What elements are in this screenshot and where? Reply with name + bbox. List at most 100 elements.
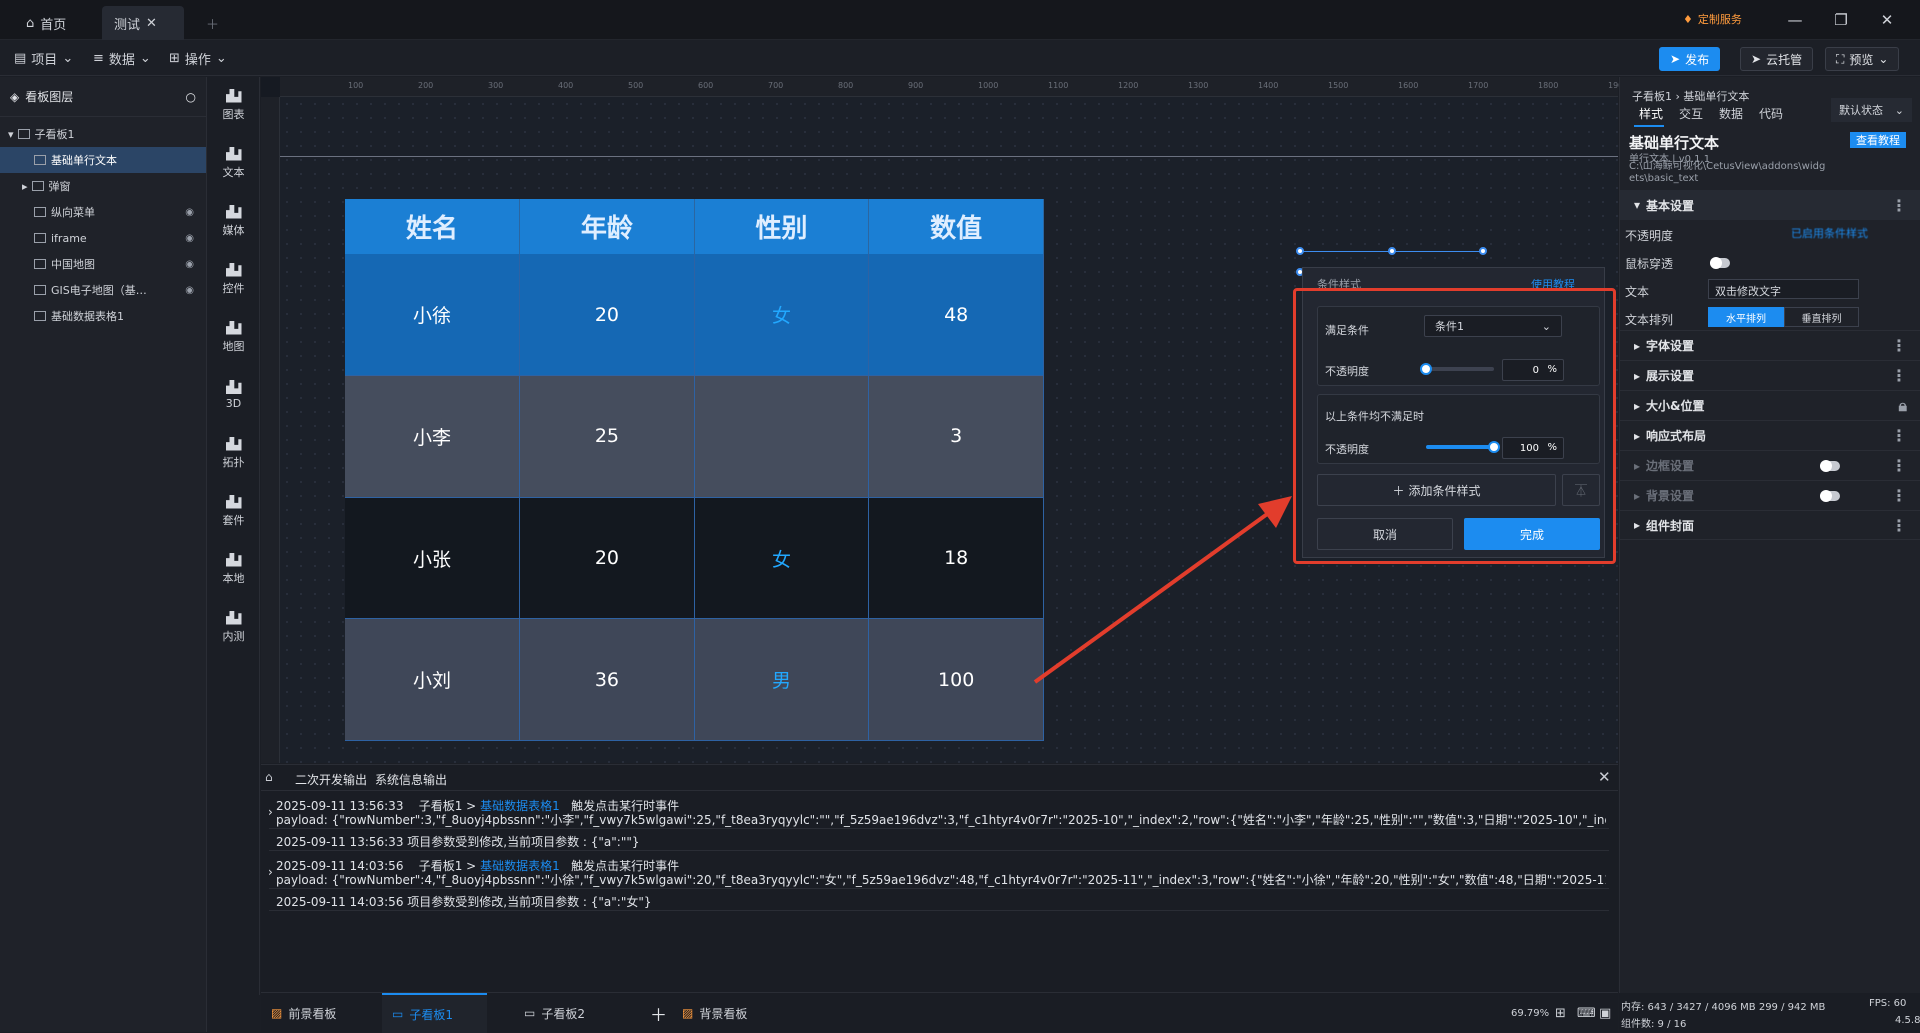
tutorial-button[interactable]: 查看教程 (1850, 132, 1906, 148)
toolbar-kit[interactable]: 套件 (207, 483, 260, 539)
resize-handle[interactable] (1388, 247, 1396, 255)
table-cell: 女 (694, 254, 870, 377)
terminal-icon[interactable]: ▣ (1589, 993, 1621, 1033)
layer-panel: ◈ 看板图层 ○ ▾ 子看板1 基础单行文本 ▸ 弹窗 纵向菜单 ◉ iframe ◉ … (0, 77, 207, 1032)
search-icon[interactable]: ○ (186, 90, 196, 104)
expand-icon[interactable]: ▸ (22, 180, 28, 193)
home-icon: ⌂ (26, 15, 35, 31)
layer-data-table[interactable]: 基础数据表格1 (0, 303, 206, 329)
vertical-button[interactable]: 垂直排列 (1784, 307, 1859, 327)
layer-sub-board[interactable]: ▾ 子看板1 (0, 121, 206, 147)
toolbar-map[interactable]: 地图 (207, 309, 260, 365)
layer-china-map[interactable]: 中国地图 ◉ (0, 251, 206, 277)
console-tab-dev[interactable]: 二次开发输出 (295, 771, 367, 788)
toolbar-chart[interactable]: 图表 (207, 77, 260, 133)
section-border[interactable]: ▸ 边框设置 ⋮ (1620, 450, 1920, 480)
tab-code[interactable]: 代码 (1759, 105, 1783, 122)
section-responsive[interactable]: ▸ 响应式布局 ⋮ (1620, 420, 1920, 450)
more-icon[interactable]: ⋮ (1891, 516, 1907, 535)
toolbar-controls[interactable]: 控件 (207, 251, 260, 307)
tab-interact[interactable]: 交互 (1679, 105, 1703, 122)
more-icon[interactable]: ⋮ (1891, 336, 1907, 355)
add-tab-button[interactable]: ＋ (194, 6, 231, 40)
lock-icon[interactable]: 🔒︎ (1898, 396, 1907, 416)
tab-background[interactable]: ▨ 背景看板 (672, 993, 757, 1033)
section-display[interactable]: ▸ 展示设置 ⋮ (1620, 360, 1920, 390)
expand-icon[interactable]: › (268, 805, 273, 819)
tab-test[interactable]: 测试 ✕ (102, 6, 184, 40)
expand-icon[interactable]: › (268, 865, 273, 879)
layer-basic-text[interactable]: 基础单行文本 (0, 147, 206, 173)
header-gender[interactable]: 性别 (694, 199, 870, 254)
section-background[interactable]: ▸ 背景设置 ⋮ (1620, 480, 1920, 510)
eye-hidden-icon[interactable]: ◉ (185, 259, 194, 270)
toolbar-topology[interactable]: 拓扑 (207, 425, 260, 481)
tab-sub-board-1[interactable]: ▭ 子看板1 (382, 993, 487, 1033)
more-icon[interactable]: ⋮ (1891, 366, 1907, 385)
toolbar-3d[interactable]: 3D (207, 367, 260, 423)
close-icon[interactable]: ✕ (1598, 768, 1611, 786)
tab-style[interactable]: 样式 (1639, 105, 1663, 122)
toolbar-local[interactable]: 本地 (207, 541, 260, 597)
layer-iframe[interactable]: iframe ◉ (0, 225, 206, 251)
menu-data[interactable]: ≡ 数据 ⌄ (93, 40, 151, 76)
header-name[interactable]: 姓名 (345, 199, 521, 254)
mouse-pass-label: 鼠标穿透 (1625, 257, 1674, 271)
table-row[interactable]: 小张 20 女 18 (345, 497, 1044, 620)
background-toggle[interactable] (1820, 490, 1840, 502)
publish-button[interactable]: ➤ 发布 (1659, 47, 1721, 71)
section-font[interactable]: ▸ 字体设置 ⋮ (1620, 330, 1920, 360)
divider (269, 828, 1609, 829)
border-toggle[interactable] (1820, 460, 1840, 472)
more-icon[interactable]: ⋮ (1891, 426, 1907, 445)
console-tab-system[interactable]: 系统信息输出 (375, 771, 447, 788)
more-icon[interactable]: ⋮ (1891, 486, 1907, 505)
table-row[interactable]: 小李 25 3 (345, 375, 1044, 498)
cloud-button[interactable]: ➤ 云托管 (1740, 47, 1814, 71)
section-basic[interactable]: ▾ 基本设置 ⋮ (1620, 190, 1920, 220)
eye-hidden-icon[interactable]: ◉ (185, 207, 194, 218)
tab-foreground[interactable]: ▨ 前景看板 (261, 993, 346, 1033)
layer-menu[interactable]: 纵向菜单 ◉ (0, 199, 206, 225)
data-table[interactable]: 姓名 年龄 性别 数值 小徐 20 女 48 小李 25 3 小张 20 女 18 小刘 36 男 1… (345, 199, 1044, 741)
layers-icon: ◈ (10, 89, 20, 104)
bar-chart-icon (225, 88, 242, 103)
preview-button[interactable]: ⛶ 预览 ⌄ (1825, 47, 1900, 71)
mouse-pass-toggle[interactable] (1710, 257, 1730, 269)
chevron-down-icon: ⌄ (62, 50, 74, 66)
menu-project[interactable]: ▤ 项目 ⌄ (14, 40, 73, 76)
toolbar-text[interactable]: 文本 (207, 135, 260, 191)
more-icon[interactable]: ⋮ (1891, 456, 1907, 475)
minimize-button[interactable]: — (1772, 0, 1818, 40)
section-cover[interactable]: ▸ 组件封面 ⋮ (1620, 510, 1920, 540)
close-window-button[interactable]: ✕ (1864, 0, 1910, 40)
horizontal-button[interactable]: 水平排列 (1708, 307, 1784, 327)
custom-service-button[interactable]: ♦ 定制服务 (1683, 11, 1742, 27)
layer-popup[interactable]: ▸ 弹窗 (0, 173, 206, 199)
menu-ops[interactable]: ⊞ 操作 ⌄ (169, 40, 227, 76)
section-size-position[interactable]: ▸ 大小&位置 🔒︎ (1620, 390, 1920, 420)
expand-icon[interactable]: ▾ (8, 128, 14, 141)
maximize-button[interactable]: ❐ (1818, 0, 1864, 40)
tab-sub-board-2[interactable]: ▭ 子看板2 (514, 993, 595, 1033)
toolbar-beta[interactable]: 内测 (207, 599, 260, 655)
more-icon[interactable]: ⋮ (1891, 196, 1907, 215)
tab-data[interactable]: 数据 (1719, 105, 1743, 122)
table-cell: 25 (519, 375, 695, 498)
state-select[interactable]: 默认状态 ⌄ (1831, 98, 1912, 122)
toolbar-media[interactable]: 媒体 (207, 193, 260, 249)
table-row[interactable]: 小徐 20 女 48 (345, 254, 1044, 377)
eye-hidden-icon[interactable]: ◉ (185, 285, 194, 296)
table-row[interactable]: 小刘 36 男 100 (345, 618, 1044, 741)
text-input[interactable]: 双击修改文字 (1708, 279, 1859, 299)
board-icon: ▨ (271, 1006, 283, 1020)
resize-handle[interactable] (1479, 247, 1487, 255)
eye-hidden-icon[interactable]: ◉ (185, 233, 194, 244)
close-icon[interactable]: ✕ (146, 16, 157, 31)
header-age[interactable]: 年龄 (519, 199, 695, 254)
opacity-condition-indicator[interactable]: 已启用条件样式 (1728, 223, 1868, 243)
layer-gis-map[interactable]: GIS电子地图（基… ◉ (0, 277, 206, 303)
tab-home[interactable]: ⌂ 首页 (14, 6, 78, 40)
header-value[interactable]: 数值 (868, 199, 1044, 254)
resize-handle[interactable] (1296, 247, 1304, 255)
